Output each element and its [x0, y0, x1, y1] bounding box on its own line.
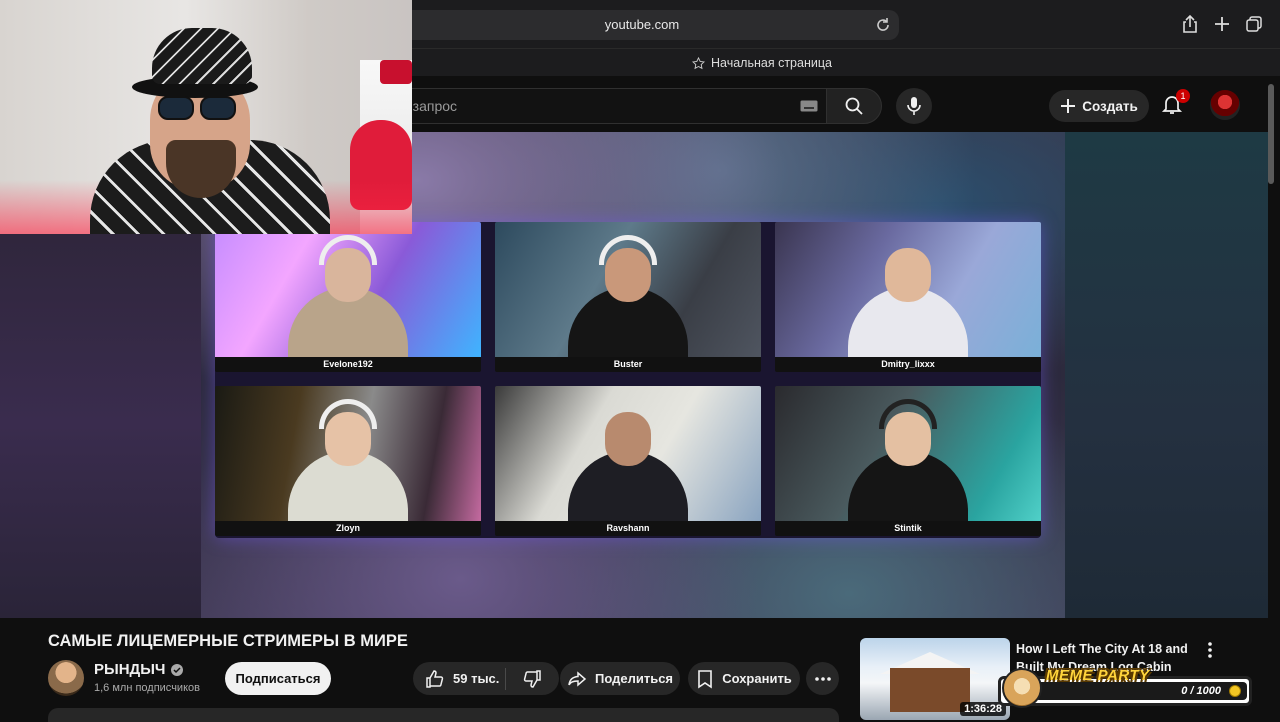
share-button[interactable]: Поделиться	[560, 662, 680, 695]
headphones	[879, 399, 937, 429]
notifications-button[interactable]: 1	[1160, 89, 1190, 120]
channel-name-row[interactable]: РЫНДЫЧ	[94, 661, 184, 678]
microphone-icon	[907, 97, 921, 115]
stream-tile: Buster	[495, 222, 761, 372]
streamer-nameplate: Ravshann	[495, 521, 761, 536]
webcam-feed	[775, 386, 1041, 521]
channel-avatar[interactable]	[48, 660, 84, 696]
streamer-head	[885, 248, 931, 302]
new-tab-icon[interactable]	[1212, 14, 1232, 34]
facecam-hat	[152, 28, 252, 84]
bookmark-home[interactable]: Начальная страница	[692, 54, 832, 72]
stream-tile: Evelone192	[215, 222, 481, 372]
facecam-overlay	[0, 0, 412, 234]
stream-tile: Dmitry_lixxx	[775, 222, 1041, 372]
dislike-button[interactable]	[506, 662, 558, 695]
create-label: Создать	[1082, 98, 1138, 114]
thumbs-down-icon	[523, 669, 541, 688]
share-arrow-icon	[568, 670, 587, 687]
headphones	[319, 235, 377, 265]
webcam-feed	[215, 386, 481, 521]
voice-search-button[interactable]	[896, 88, 932, 124]
share-label: Поделиться	[594, 671, 674, 686]
streamer-nameplate: Evelone192	[215, 357, 481, 372]
meme-party-logo: MEME PARTY	[1046, 667, 1150, 684]
notification-badge: 1	[1176, 89, 1190, 103]
search-button[interactable]	[826, 88, 882, 124]
like-button[interactable]: 59 тыс.	[413, 662, 505, 695]
webcam-feed	[495, 386, 761, 521]
webcam-feed	[215, 222, 481, 357]
address-bar[interactable]: youtube.com	[385, 10, 899, 40]
recommended-video-thumbnail[interactable]: 1:36:28	[860, 638, 1010, 720]
more-horizontal-icon	[814, 676, 831, 681]
streamer-nameplate: Zloyn	[215, 521, 481, 536]
thumbnail-cabin	[890, 668, 970, 712]
save-label: Сохранить	[722, 671, 792, 686]
background-decor	[380, 60, 412, 84]
stream-tile: Ravshann	[495, 386, 761, 536]
webcam-feed	[775, 222, 1041, 357]
headphones	[319, 399, 377, 429]
video-title: САМЫЕ ЛИЦЕМЕРНЫЕ СТРИМЕРЫ В МИРЕ	[48, 632, 408, 650]
channel-name: РЫНДЫЧ	[94, 661, 166, 678]
subscribe-button[interactable]: Подписаться	[225, 662, 331, 695]
streamer-head	[605, 412, 651, 466]
bookmark-label: Начальная страница	[711, 56, 832, 70]
subscriber-count: 1,6 млн подписчиков	[94, 682, 200, 694]
more-actions-button[interactable]	[806, 662, 839, 695]
coin-icon	[1229, 685, 1241, 697]
tabs-overview-icon[interactable]	[1244, 14, 1264, 34]
streamer-nameplate: Stintik	[775, 521, 1041, 536]
headphones	[599, 235, 657, 265]
plus-icon	[1061, 99, 1076, 113]
like-count: 59 тыс.	[453, 671, 500, 686]
reload-icon[interactable]	[875, 17, 891, 33]
keyboard-icon[interactable]	[800, 100, 818, 112]
facecam-glasses	[158, 96, 194, 120]
url-text: youtube.com	[604, 17, 680, 32]
search-input[interactable]: е запрос	[380, 88, 826, 124]
stream-grid: Evelone192 Buster Dmitry_lixxx Zloyn Rav…	[215, 222, 1041, 538]
share-icon[interactable]	[1180, 14, 1200, 34]
star-icon	[692, 56, 705, 69]
create-button[interactable]: Создать	[1049, 90, 1149, 122]
webcam-feed	[495, 222, 761, 357]
meme-party-count: 0 / 1000	[1181, 685, 1221, 697]
meme-party-track: 0 / 1000	[1035, 682, 1247, 700]
streamer-nameplate: Dmitry_lixxx	[775, 357, 1041, 372]
page-scrollbar[interactable]	[1268, 84, 1274, 184]
ambient-right	[1065, 132, 1268, 618]
streamer-nameplate: Buster	[495, 357, 761, 372]
save-button[interactable]: Сохранить	[688, 662, 800, 695]
stream-tile: Stintik	[775, 386, 1041, 536]
search-icon	[845, 97, 863, 115]
stream-tile: Zloyn	[215, 386, 481, 536]
thumbs-up-icon	[426, 669, 444, 688]
like-dislike-group: 59 тыс.	[413, 662, 559, 695]
user-avatar[interactable]	[1210, 90, 1240, 120]
more-vertical-icon[interactable]	[1202, 640, 1218, 660]
facecam-glasses	[200, 96, 236, 120]
verified-icon	[171, 663, 184, 676]
bookmark-icon	[698, 669, 712, 688]
doge-icon	[1002, 668, 1042, 708]
